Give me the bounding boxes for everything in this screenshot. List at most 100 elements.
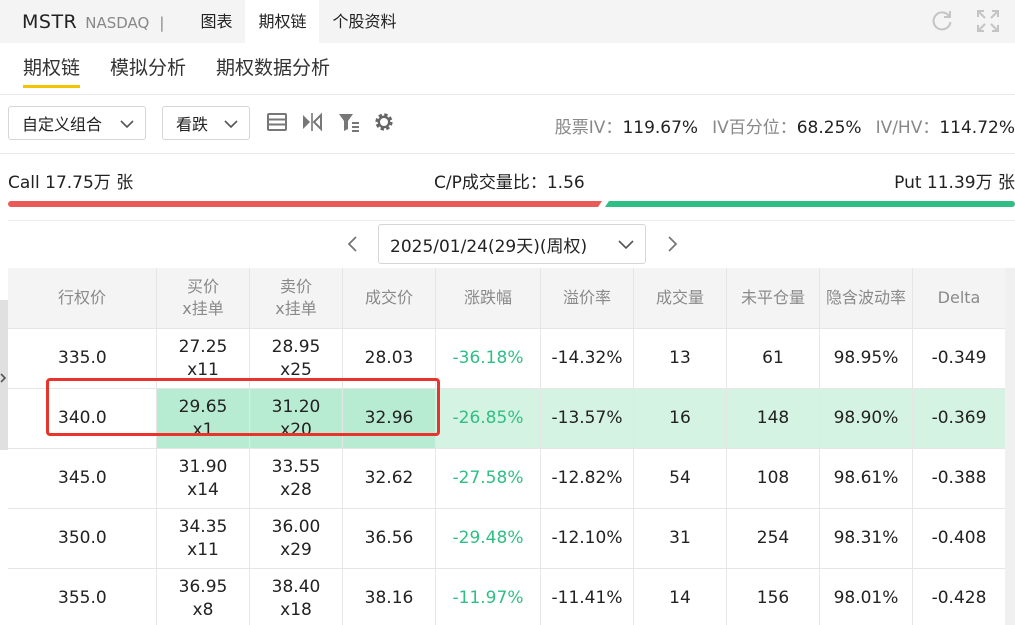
- last-price-cell[interactable]: 38.16: [343, 569, 436, 625]
- change-cell[interactable]: -26.85%: [436, 389, 541, 448]
- combo-select[interactable]: 自定义组合: [8, 106, 146, 140]
- change-cell[interactable]: -11.97%: [436, 569, 541, 625]
- header-strike[interactable]: 行权价: [8, 268, 157, 328]
- iv-cell-text: 98.61%: [833, 468, 899, 488]
- open-interest-cell-text: 61: [762, 348, 784, 368]
- change-cell[interactable]: -36.18%: [436, 329, 541, 388]
- strike-cell[interactable]: 340.0: [8, 389, 157, 448]
- refresh-icon[interactable]: [929, 8, 955, 34]
- delta-cell[interactable]: -0.428: [913, 569, 1005, 625]
- iv-cell[interactable]: 98.90%: [820, 389, 913, 448]
- ask-cell[interactable]: 36.00 x29: [250, 509, 343, 568]
- header-premium[interactable]: 溢价率: [541, 268, 634, 328]
- call-volume: Call 17.75万 张: [8, 173, 134, 193]
- header-implied-volatility[interactable]: 隐含波动率: [820, 268, 913, 328]
- ask-cell[interactable]: 33.55 x28: [250, 449, 343, 508]
- expiry-date-select[interactable]: 2025/01/24(29天)(周权): [378, 224, 646, 264]
- header-bid[interactable]: 买价 x挂单: [157, 268, 250, 328]
- table-row[interactable]: 355.0 36.95 x8 38.40 x18 38.16 -11.97% -11.41% 1…: [8, 568, 1015, 625]
- change-cell-text: -29.48%: [452, 528, 524, 548]
- subtab-option-data-analysis[interactable]: 期权数据分析: [216, 43, 330, 88]
- last-price-cell[interactable]: 36.56: [343, 509, 436, 568]
- bid-cell[interactable]: 36.95 x8: [157, 569, 250, 625]
- header-change[interactable]: 涨跌幅: [436, 268, 541, 328]
- list-view-icon[interactable]: [265, 110, 289, 134]
- ask-cell-text: 36.00: [271, 516, 321, 537]
- last-price-cell[interactable]: 32.96: [343, 389, 436, 448]
- toolbar: 自定义组合 看跌 股票IV：119.67% IV百分位：68.25% IV/HV：1…: [0, 94, 1015, 154]
- subtab-option-chain[interactable]: 期权链: [23, 43, 81, 88]
- bid-cell[interactable]: 31.90 x14: [157, 449, 250, 508]
- premium-cell[interactable]: -14.32%: [541, 329, 634, 388]
- open-interest-cell[interactable]: 61: [727, 329, 820, 388]
- delta-cell[interactable]: -0.369: [913, 389, 1005, 448]
- last-price-cell[interactable]: 32.62: [343, 449, 436, 508]
- strike-cell[interactable]: 335.0: [8, 329, 157, 388]
- delta-cell[interactable]: -0.388: [913, 449, 1005, 508]
- premium-cell[interactable]: -13.57%: [541, 389, 634, 448]
- strike-cell[interactable]: 350.0: [8, 509, 157, 568]
- table-row[interactable]: 340.0 29.65 x1 31.20 x20 32.96 -26.85% -13.57% 1…: [8, 388, 1015, 448]
- chevron-down-icon: [618, 240, 634, 250]
- chevron-right-icon[interactable]: [662, 234, 682, 254]
- change-cell-text: -36.18%: [452, 348, 524, 368]
- tab-option-chain[interactable]: 期权链: [245, 0, 320, 43]
- last-price-cell[interactable]: 28.03: [343, 329, 436, 388]
- bid-cell-text: 31.90: [178, 456, 228, 477]
- volume-cell[interactable]: 31: [634, 509, 727, 568]
- iv-cell[interactable]: 98.95%: [820, 329, 913, 388]
- chevron-left-icon[interactable]: [343, 234, 363, 254]
- change-cell[interactable]: -27.58%: [436, 449, 541, 508]
- scrollbar[interactable]: [1005, 268, 1015, 625]
- bid-cell[interactable]: 34.35 x11: [157, 509, 250, 568]
- bid-cell[interactable]: 29.65 x1: [157, 389, 250, 448]
- open-interest-cell[interactable]: 108: [727, 449, 820, 508]
- open-interest-cell[interactable]: 148: [727, 389, 820, 448]
- header-delta[interactable]: Delta: [913, 268, 1005, 328]
- bid-cell[interactable]: 27.25 x11: [157, 329, 250, 388]
- header-ask[interactable]: 卖价 x挂单: [250, 268, 343, 328]
- ask-cell[interactable]: 28.95 x25: [250, 329, 343, 388]
- volume-cell[interactable]: 14: [634, 569, 727, 625]
- ask-cell-text: x25: [280, 359, 312, 380]
- direction-select[interactable]: 看跌: [162, 106, 250, 140]
- expiry-selector: 2025/01/24(29天)(周权): [0, 222, 1015, 268]
- change-cell[interactable]: -29.48%: [436, 509, 541, 568]
- iv-cell[interactable]: 98.61%: [820, 449, 913, 508]
- premium-cell[interactable]: -11.41%: [541, 569, 634, 625]
- tab-stock-profile[interactable]: 个股资料: [319, 0, 409, 43]
- header-last[interactable]: 成交价: [343, 268, 436, 328]
- ask-cell-text: x28: [280, 479, 312, 500]
- strike-cell-text: 350.0: [58, 528, 107, 548]
- ask-cell[interactable]: 38.40 x18: [250, 569, 343, 625]
- volume-cell[interactable]: 13: [634, 329, 727, 388]
- ask-cell[interactable]: 31.20 x20: [250, 389, 343, 448]
- open-interest-cell[interactable]: 254: [727, 509, 820, 568]
- strike-cell[interactable]: 345.0: [8, 449, 157, 508]
- gear-icon[interactable]: [372, 110, 396, 134]
- filter-icon[interactable]: [337, 110, 361, 134]
- table-header: 行权价 买价 x挂单 卖价 x挂单 成交价 涨跌幅 溢价率 成交量 未平仓量 隐含波…: [8, 268, 1015, 328]
- chevron-right-icon[interactable]: [0, 372, 7, 384]
- strike-cell[interactable]: 355.0: [8, 569, 157, 625]
- premium-cell[interactable]: -12.10%: [541, 509, 634, 568]
- table-row[interactable]: 350.0 34.35 x11 36.00 x29 36.56 -29.48% -12.10%…: [8, 508, 1015, 568]
- header-open-interest[interactable]: 未平仓量: [727, 268, 820, 328]
- tab-chart[interactable]: 图表: [187, 0, 245, 43]
- table-row[interactable]: 345.0 31.90 x14 33.55 x28 32.62 -27.58% -12.82%…: [8, 448, 1015, 508]
- open-interest-cell[interactable]: 156: [727, 569, 820, 625]
- delta-cell-text: -0.388: [931, 468, 987, 488]
- subtab-simulation[interactable]: 模拟分析: [110, 43, 186, 88]
- split-view-icon[interactable]: [300, 110, 324, 134]
- volume-cell[interactable]: 16: [634, 389, 727, 448]
- premium-cell[interactable]: -12.82%: [541, 449, 634, 508]
- iv-cell[interactable]: 98.01%: [820, 569, 913, 625]
- expand-icon[interactable]: [975, 8, 1001, 34]
- delta-cell[interactable]: -0.408: [913, 509, 1005, 568]
- iv-percentile-label: IV百分位：: [712, 118, 797, 138]
- table-row[interactable]: 335.0 27.25 x11 28.95 x25 28.03 -36.18% -14.32%…: [8, 328, 1015, 388]
- iv-cell[interactable]: 98.31%: [820, 509, 913, 568]
- volume-cell[interactable]: 54: [634, 449, 727, 508]
- header-volume[interactable]: 成交量: [634, 268, 727, 328]
- delta-cell[interactable]: -0.349: [913, 329, 1005, 388]
